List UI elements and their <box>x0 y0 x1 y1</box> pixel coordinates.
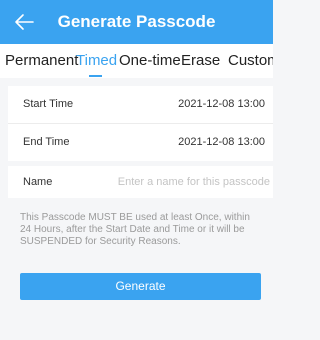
tab-permanent[interactable]: Permanent <box>5 52 78 69</box>
page-title: Generate Passcode <box>57 12 216 31</box>
start-time-row[interactable]: Start Time 2021-12-08 13:00 <box>8 86 273 124</box>
top-bar: Generate Passcode <box>0 0 273 44</box>
passcode-notice: This Passcode MUST BE used at least Once… <box>20 212 250 247</box>
time-settings: Start Time 2021-12-08 13:00 End Time 202… <box>8 86 273 161</box>
end-time-row[interactable]: End Time 2021-12-08 13:00 <box>8 124 273 161</box>
tab-bar: Permanent Timed One-time Erase Custom <box>0 44 273 78</box>
start-time-value: 2021-12-08 13:00 <box>178 98 265 110</box>
tab-one-time[interactable]: One-time <box>119 52 181 69</box>
end-time-label: End Time <box>23 136 70 148</box>
name-label: Name <box>23 176 53 188</box>
active-tab-indicator <box>89 75 102 77</box>
tab-custom[interactable]: Custom <box>228 52 273 69</box>
tab-timed[interactable]: Timed <box>76 52 117 69</box>
start-time-label: Start Time <box>23 98 74 110</box>
end-time-value: 2021-12-08 13:00 <box>178 136 265 148</box>
name-input[interactable] <box>108 173 270 191</box>
tab-erase[interactable]: Erase <box>181 52 220 69</box>
generate-button[interactable]: Generate <box>20 273 261 300</box>
name-row: Name <box>8 166 273 198</box>
